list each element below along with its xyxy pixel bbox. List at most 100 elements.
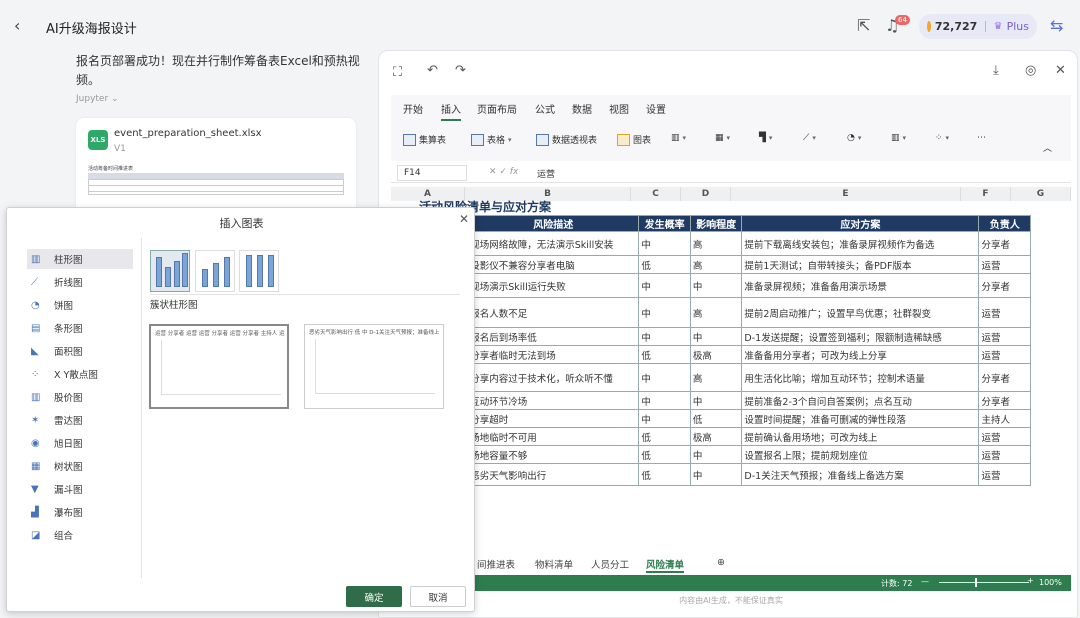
compass-icon[interactable]: ◎ (1025, 63, 1036, 78)
table-cell[interactable]: 运营 (978, 255, 1031, 274)
table-cell[interactable]: 提前1天测试；自带转接头；备PDF版本 (741, 255, 980, 274)
table-cell[interactable]: 中 (689, 391, 743, 410)
zoom-out-icon[interactable]: — (921, 577, 929, 586)
table-cell[interactable]: 准备录屏视频；准备备用演示场景 (741, 273, 980, 298)
chart-preview-2[interactable]: 恶劣天气影响出行 低 中 D-1关注天气预报；准备线上备选方 (304, 324, 444, 409)
back-arrow-icon[interactable]: ‹ (14, 16, 20, 35)
cancel-button[interactable]: 取消 (410, 586, 466, 607)
table-cell[interactable]: 场地临时不可用 (467, 427, 640, 446)
scatter-chart-button[interactable]: ⁘ ▾ (935, 133, 949, 143)
table-cell[interactable]: 中 (638, 363, 691, 392)
table-cell[interactable]: 提前2周启动推广；设置早鸟优惠；社群裂变 (741, 297, 980, 328)
table-cell[interactable]: 运营 (978, 427, 1031, 446)
bar-chart-button[interactable]: ▜ ▾ (759, 133, 772, 143)
table-cell[interactable]: 中 (689, 327, 743, 346)
table-cell[interactable]: 场地容量不够 (467, 445, 640, 464)
menu-layout[interactable]: 页面布局 (477, 101, 517, 116)
chart-type-bar[interactable]: ▤ 条形图 (27, 318, 133, 338)
column-header-e[interactable]: E (731, 187, 961, 201)
table-row[interactable]: 分享内容过于技术化，听众听不懂中高用生活化比喻；增加互动环节；控制术语量 分享者 (391, 363, 1031, 392)
table-cell[interactable]: 分享者 (978, 391, 1031, 410)
table-cell[interactable]: D-1发送提醒；设置签到福利；限额制造稀缺感 (741, 327, 980, 346)
table-cell[interactable]: 投影仪不兼容分享者电脑 (467, 255, 640, 274)
table-row[interactable]: 场地容量不够低中设置报名上限；提前规划座位 运营 (391, 445, 1031, 464)
table-row[interactable]: 投影仪不兼容分享者电脑低高提前1天测试；自带转接头；备PDF版本 运营 (391, 255, 1031, 274)
table-cell[interactable]: 运营 (978, 345, 1031, 364)
share-icon[interactable]: ⇱ (857, 16, 870, 35)
zoom-slider-handle[interactable] (975, 578, 977, 587)
chart-type-treemap[interactable]: ▦ 树状图 (27, 456, 133, 476)
table-cell[interactable]: 高 (689, 363, 743, 392)
table-cell[interactable]: 极高 (689, 427, 743, 446)
table-cell[interactable]: 分享者临时无法到场 (467, 345, 640, 364)
chart-type-waterfall[interactable]: ▟ 瀑布图 (27, 502, 133, 522)
table-row[interactable]: 分享者临时无法到场低极高 准备备用分享者；可改为线上分享 运营 (391, 345, 1031, 364)
chart-type-line[interactable]: ⟋ 折线图 (27, 272, 133, 292)
table-cell[interactable]: 分享超时 (467, 409, 640, 428)
table-cell[interactable]: 中 (638, 273, 691, 298)
column-header-a[interactable]: A (391, 187, 465, 201)
ribbon-chart[interactable]: 图表 (617, 133, 651, 146)
table-cell[interactable]: 低 (638, 445, 691, 464)
undo-icon[interactable]: ↶ (427, 63, 438, 78)
table-cell[interactable]: 高 (689, 231, 743, 256)
chart-type-scatter[interactable]: ⁘ X Y散点图 (27, 364, 133, 384)
grid-chart-button[interactable]: ▦ ▾ (715, 133, 730, 143)
credits-pill[interactable]: 72,727 ♛ Plus (919, 14, 1037, 39)
zoom-in-icon[interactable]: + (1027, 576, 1034, 585)
table-row[interactable]: 现场网络故障，无法演示Skill安装中高提前下载离线安装包；准备录屏视频作为备选… (391, 231, 1031, 256)
table-cell[interactable]: 提前确认备用场地；可改为线上 (741, 427, 980, 446)
table-cell[interactable]: 低 (638, 463, 691, 486)
table-cell[interactable]: 中 (638, 391, 691, 410)
table-cell[interactable]: 极高 (689, 345, 743, 364)
line-chart-button[interactable]: ⟋ ▾ (803, 133, 816, 143)
table-cell[interactable]: 高 (689, 255, 743, 274)
table-row[interactable]: 分享超时中低设置时间提醒；准备可删减的弹性段落 主持人 (391, 409, 1031, 428)
table-cell[interactable]: 报名后到场率低 (467, 327, 640, 346)
download-icon[interactable]: ⤓ (993, 63, 999, 78)
table-cell[interactable]: 分享内容过于技术化，听众听不懂 (467, 363, 640, 392)
table-row[interactable]: 报名后到场率低中中 D-1发送提醒；设置签到福利；限额制造稀缺感 运营 (391, 327, 1031, 346)
column-header-f[interactable]: F (961, 187, 1011, 201)
table-cell[interactable]: 用生活化比喻；增加互动环节；控制术语量 (741, 363, 980, 392)
table-cell[interactable]: 运营 (978, 327, 1031, 346)
chart-type-column[interactable]: ▥ 柱形图 (27, 249, 133, 269)
chart-type-pie[interactable]: ◔ 饼图 (27, 295, 133, 315)
table-cell[interactable]: 高 (689, 297, 743, 328)
subtype-percent-column[interactable] (239, 250, 279, 292)
sheet-tab-timeline[interactable]: 间推进表 (477, 557, 515, 571)
subtype-stacked-column[interactable] (195, 250, 235, 292)
ribbon-table-set[interactable]: 集算表 (403, 133, 446, 146)
formula-input[interactable]: 运营 (537, 167, 555, 180)
ribbon-table[interactable]: 表格 ▾ (471, 133, 512, 146)
table-cell[interactable]: 准备备用分享者；可改为线上分享 (741, 345, 980, 364)
table-cell[interactable]: 报名人数不足 (467, 297, 640, 328)
menu-insert[interactable]: 插入 (441, 101, 461, 121)
fullscreen-icon[interactable]: ⛶ (393, 65, 402, 80)
chart-type-area[interactable]: ◣ 面积图 (27, 341, 133, 361)
expand-icon[interactable]: ⇆ (1050, 16, 1063, 35)
table-cell[interactable]: 运营 (978, 463, 1031, 486)
table-cell[interactable]: 中 (638, 409, 691, 428)
chart-type-stock[interactable]: ▥ 股价图 (27, 387, 133, 407)
table-cell[interactable]: 恶劣天气影响出行 (467, 463, 640, 486)
chart-type-combo[interactable]: ◪ 组合 (27, 525, 133, 545)
table-cell[interactable]: 现场网络故障，无法演示Skill安装 (467, 231, 640, 256)
chart-type-radar[interactable]: ✶ 雷达图 (27, 410, 133, 430)
table-row[interactable]: 互动环节冷场中中提前准备2-3个自问自答案例；点名互动 分享者 (391, 391, 1031, 410)
sheet-tab-risks[interactable]: 风险清单 (646, 557, 685, 573)
table-cell[interactable]: 中 (689, 463, 743, 486)
table-cell[interactable]: 中 (638, 297, 691, 328)
table-cell[interactable]: 提前下载离线安装包；准备录屏视频作为备选 (741, 231, 980, 256)
table-cell[interactable]: 提前准备2-3个自问自答案例；点名互动 (741, 391, 980, 410)
table-cell[interactable]: 分享者 (978, 273, 1031, 298)
table-cell[interactable]: 中 (638, 231, 691, 256)
table-cell[interactable]: 分享者 (978, 231, 1031, 256)
ribbon-pivot[interactable]: 数据透视表 (536, 133, 597, 146)
menu-settings[interactable]: 设置 (646, 101, 666, 116)
table-cell[interactable]: 低 (638, 255, 691, 274)
table-cell[interactable]: 主持人 (978, 409, 1031, 428)
column-header-c[interactable]: C (631, 187, 681, 201)
stock-chart-button[interactable]: ▥ ▾ (891, 133, 906, 143)
table-cell[interactable]: 中 (638, 327, 691, 346)
